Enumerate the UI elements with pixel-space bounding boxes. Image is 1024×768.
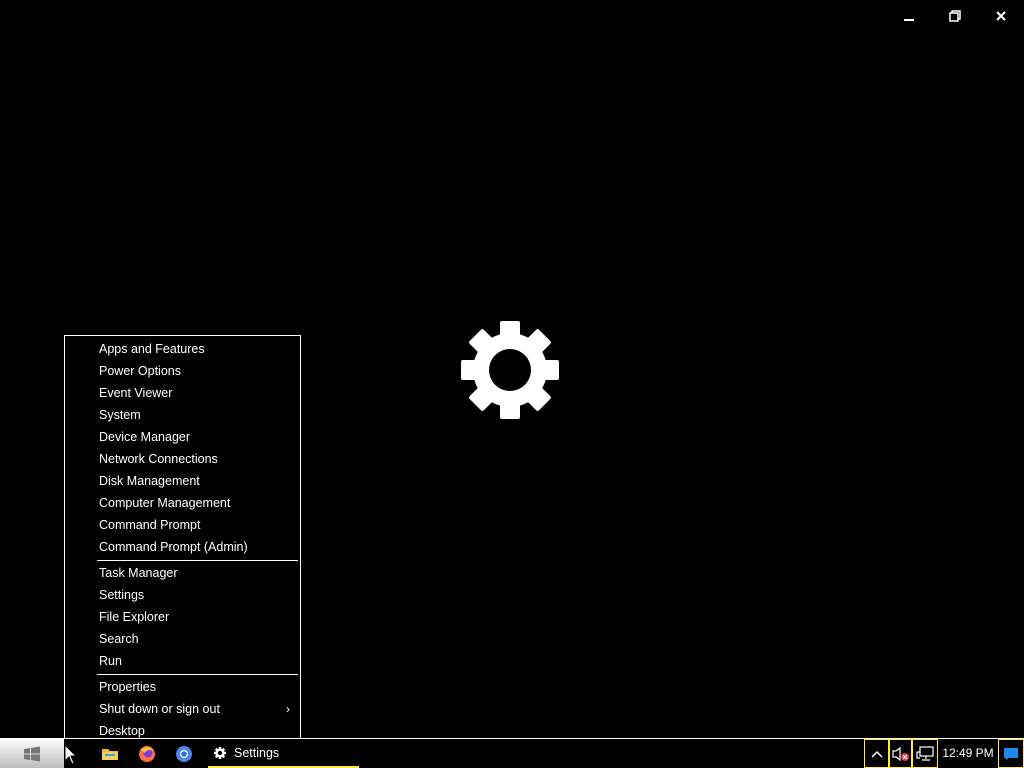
network-tray-button[interactable] (912, 739, 938, 768)
chevron-right-icon: › (286, 702, 290, 716)
show-hidden-icons-button[interactable] (864, 739, 889, 768)
taskbar: Settings 12:49 PM (0, 738, 1024, 768)
chrome-icon (176, 746, 192, 762)
volume-muted-icon (891, 746, 909, 761)
volume-tray-button[interactable] (889, 739, 912, 768)
gear-icon (214, 746, 226, 759)
menu-item-network-connections[interactable]: Network Connections (65, 448, 300, 470)
start-button[interactable] (0, 739, 64, 768)
menu-item-run[interactable]: Run (65, 650, 300, 672)
menu-item-task-manager[interactable]: Task Manager (65, 562, 300, 584)
menu-item-shut-down-or-sign-out[interactable]: Shut down or sign out › (65, 698, 300, 720)
menu-item-event-viewer[interactable]: Event Viewer (65, 382, 300, 404)
notification-icon (1004, 747, 1018, 760)
menu-item-computer-management[interactable]: Computer Management (65, 492, 300, 514)
menu-item-system[interactable]: System (65, 404, 300, 426)
taskbar-app-label: Settings (234, 745, 280, 760)
menu-item-device-manager[interactable]: Device Manager (65, 426, 300, 448)
menu-item-file-explorer[interactable]: File Explorer (65, 606, 300, 628)
close-button[interactable] (978, 0, 1024, 32)
firefox-taskbar-button[interactable] (135, 742, 159, 766)
menu-item-apps-and-features[interactable]: Apps and Features (65, 338, 300, 360)
firefox-icon (139, 746, 155, 762)
menu-item-settings[interactable]: Settings (65, 584, 300, 606)
chevron-up-icon (870, 750, 883, 758)
windows-logo-icon (24, 746, 40, 761)
file-explorer-taskbar-button[interactable] (98, 742, 122, 766)
menu-item-command-prompt[interactable]: Command Prompt (65, 514, 300, 536)
menu-item-disk-management[interactable]: Disk Management (65, 470, 300, 492)
settings-taskbar-button[interactable]: Settings (208, 739, 359, 768)
window-caption (886, 0, 1024, 32)
restore-button[interactable] (932, 0, 978, 32)
restore-icon (949, 10, 961, 22)
gear-icon (461, 321, 559, 419)
menu-item-label: Shut down or sign out (99, 702, 220, 716)
chrome-taskbar-button[interactable] (172, 742, 196, 766)
taskbar-clock[interactable]: 12:49 PM (938, 739, 998, 768)
minimize-button[interactable] (886, 0, 932, 32)
menu-item-power-options[interactable]: Power Options (65, 360, 300, 382)
close-icon (996, 11, 1006, 21)
minimize-icon (904, 19, 914, 21)
network-icon (916, 745, 934, 761)
winx-context-menu: Apps and Features Power Options Event Vi… (64, 335, 301, 744)
menu-item-command-prompt-admin[interactable]: Command Prompt (Admin) (65, 536, 300, 558)
menu-item-properties[interactable]: Properties (65, 676, 300, 698)
menu-item-search[interactable]: Search (65, 628, 300, 650)
action-center-button[interactable] (998, 739, 1024, 768)
mouse-pointer-icon (64, 744, 78, 765)
folder-icon (102, 749, 118, 760)
